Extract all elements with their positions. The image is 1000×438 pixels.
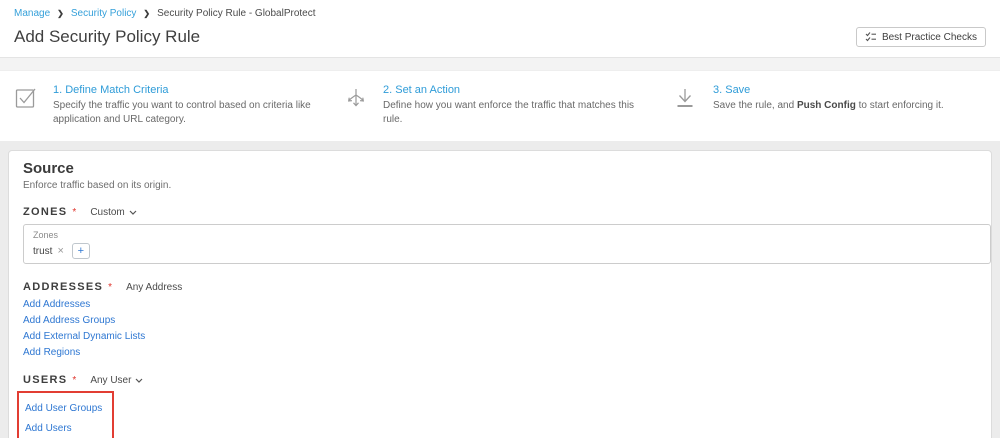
chevron-down-icon xyxy=(135,378,143,383)
zone-tag-trust: trust xyxy=(33,245,53,257)
breadcrumb: Manage ❯ Security Policy ❯ Security Poli… xyxy=(14,8,986,19)
step-description: Save the rule, and Push Config to start … xyxy=(713,100,944,111)
add-users-link[interactable]: Add Users xyxy=(25,424,102,434)
step-description: Specify the traffic you want to control … xyxy=(53,100,311,125)
header-gray-strip xyxy=(0,58,1000,71)
step-define-match-criteria: 1. Define Match Criteria Specify the tra… xyxy=(0,84,330,127)
step-title-save[interactable]: 3. Save xyxy=(713,84,944,96)
add-regions-link[interactable]: Add Regions xyxy=(23,348,977,358)
users-mode-dropdown[interactable]: Any User xyxy=(90,375,143,386)
add-zone-button[interactable]: + xyxy=(71,243,90,259)
addresses-label: ADDRESSES xyxy=(23,281,104,293)
wizard-steps-bar: 1. Define Match Criteria Specify the tra… xyxy=(0,71,1000,141)
source-panel: Source Enforce traffic based on its orig… xyxy=(8,150,992,438)
zones-required-asterisk: * xyxy=(72,206,77,218)
branch-arrows-icon xyxy=(344,84,368,127)
best-practice-checks-label: Best Practice Checks xyxy=(881,31,977,43)
checkbox-check-icon xyxy=(14,84,38,127)
breadcrumb-security-policy[interactable]: Security Policy xyxy=(71,8,137,19)
top-header: Manage ❯ Security Policy ❯ Security Poli… xyxy=(0,0,1000,58)
push-config-emphasis: Push Config xyxy=(796,100,856,111)
step-save: 3. Save Save the rule, and Push Config t… xyxy=(660,84,990,127)
remove-zone-tag-icon[interactable]: × xyxy=(57,245,63,257)
step-title-set-an-action[interactable]: 2. Set an Action xyxy=(383,84,647,96)
step-set-an-action: 2. Set an Action Define how you want enf… xyxy=(330,84,660,127)
step-description: Define how you want enforce the traffic … xyxy=(383,100,635,125)
zones-label: ZONES xyxy=(23,206,68,218)
add-address-groups-link[interactable]: Add Address Groups xyxy=(23,316,977,326)
page-title: Add Security Policy Rule xyxy=(14,27,201,46)
addresses-value: Any Address xyxy=(126,281,183,293)
add-addresses-link[interactable]: Add Addresses xyxy=(23,300,977,310)
users-label: USERS xyxy=(23,374,68,386)
chevron-down-icon xyxy=(129,210,137,215)
breadcrumb-manage[interactable]: Manage xyxy=(14,8,50,19)
best-practice-checks-button[interactable]: Best Practice Checks xyxy=(855,27,986,47)
add-external-dynamic-lists-link[interactable]: Add External Dynamic Lists xyxy=(23,332,977,342)
add-user-groups-link[interactable]: Add User Groups xyxy=(25,404,102,414)
breadcrumb-separator: ❯ xyxy=(57,9,64,18)
step-title-define-match-criteria[interactable]: 1. Define Match Criteria xyxy=(53,84,317,96)
zones-mode-dropdown[interactable]: Custom xyxy=(90,207,137,218)
addresses-required-asterisk: * xyxy=(108,281,113,293)
source-panel-subtitle: Enforce traffic based on its origin. xyxy=(23,180,172,191)
zones-box-label: Zones xyxy=(33,230,59,240)
breadcrumb-current-page: Security Policy Rule - GlobalProtect xyxy=(157,8,316,19)
save-arrow-icon xyxy=(674,84,698,127)
checklist-icon xyxy=(865,31,877,43)
breadcrumb-separator: ❯ xyxy=(143,9,151,18)
highlight-box: Add User Groups Add Users xyxy=(17,391,115,438)
zones-tag-input[interactable]: Zones trust × + xyxy=(23,224,991,264)
users-required-asterisk: * xyxy=(72,374,77,386)
source-panel-title: Source xyxy=(23,160,74,177)
